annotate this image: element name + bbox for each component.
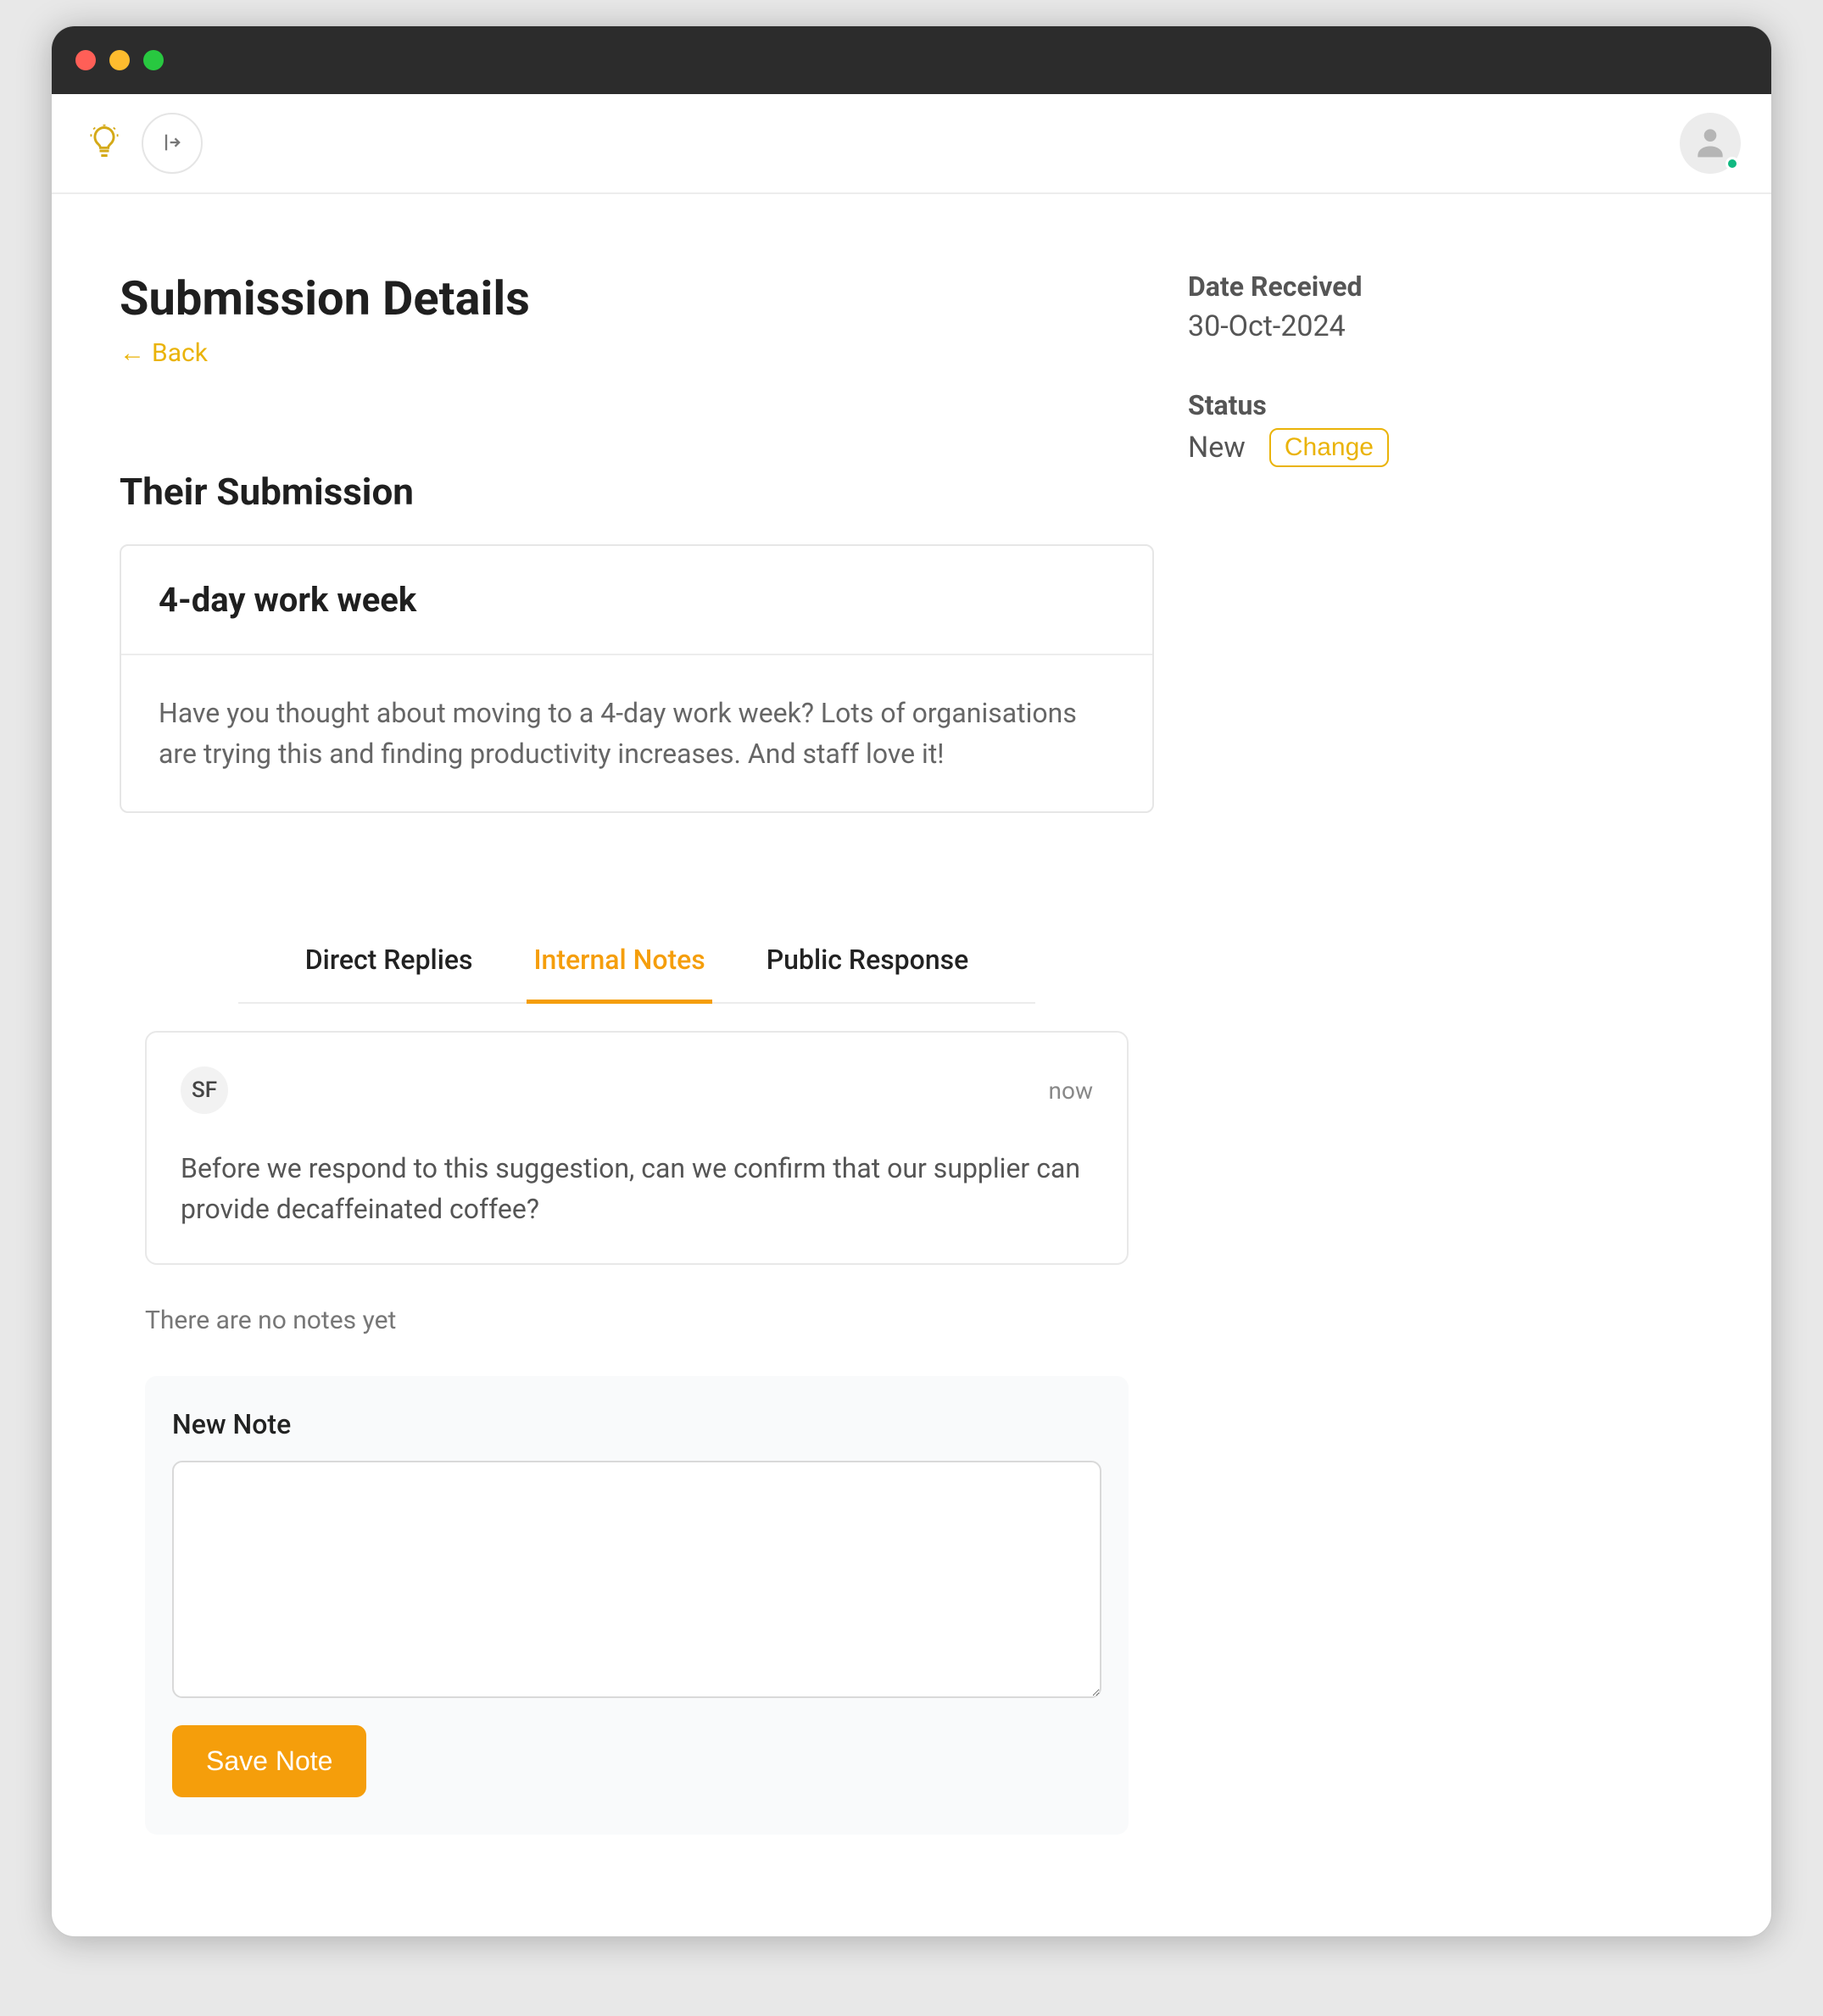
note-head: SF now [181, 1066, 1093, 1114]
new-note-textarea[interactable] [172, 1461, 1101, 1698]
new-note-label: New Note [172, 1408, 1101, 1440]
note-author-initials: SF [181, 1066, 228, 1114]
top-bar [52, 94, 1771, 194]
submission-body: Have you thought about moving to a 4-day… [121, 655, 1152, 811]
submission-title: 4-day work week [159, 580, 1115, 620]
presence-dot [1725, 157, 1739, 170]
change-status-button[interactable]: Change [1269, 428, 1389, 467]
date-received-label: Date Received [1188, 270, 1663, 303]
user-icon [1692, 123, 1729, 164]
main-column: Submission Details ← Back Their Submissi… [120, 270, 1154, 1835]
tabs: Direct Replies Internal Notes Public Res… [238, 923, 1035, 1004]
back-link[interactable]: ← Back [120, 338, 208, 368]
app-window: Submission Details ← Back Their Submissi… [51, 25, 1772, 1937]
tab-public-response[interactable]: Public Response [760, 923, 975, 1004]
sidebar-toggle-button[interactable] [142, 113, 203, 174]
note-body: Before we respond to this suggestion, ca… [181, 1148, 1093, 1229]
note-timestamp: now [1049, 1077, 1093, 1105]
submission-card-header: 4-day work week [121, 546, 1152, 655]
page-title: Submission Details [120, 270, 1154, 326]
submission-card: 4-day work week Have you thought about m… [120, 544, 1154, 813]
side-column: Date Received 30-Oct-2024 Status New Cha… [1188, 270, 1663, 1835]
status-row: New Change [1188, 428, 1663, 467]
tab-direct-replies[interactable]: Direct Replies [298, 923, 480, 1004]
window-titlebar [52, 26, 1771, 94]
tab-internal-notes[interactable]: Internal Notes [527, 923, 711, 1004]
status-label: Status [1188, 389, 1663, 421]
window-minimize-dot[interactable] [109, 50, 130, 70]
profile-avatar[interactable] [1680, 113, 1741, 174]
window-close-dot[interactable] [75, 50, 96, 70]
date-received-value: 30-Oct-2024 [1188, 309, 1663, 343]
logo[interactable] [82, 121, 126, 165]
their-submission-heading: Their Submission [120, 470, 1154, 514]
window-zoom-dot[interactable] [143, 50, 164, 70]
status-value: New [1188, 431, 1246, 465]
content: Submission Details ← Back Their Submissi… [52, 194, 1771, 1936]
arrow-left-icon: ← [120, 338, 145, 368]
new-note-panel: New Note Save Note [145, 1376, 1129, 1835]
empty-notes-text: There are no notes yet [145, 1306, 1129, 1335]
back-link-label: Back [152, 338, 208, 368]
sidebar-toggle-icon [160, 131, 184, 157]
lightbulb-icon [86, 123, 123, 164]
save-note-button[interactable]: Save Note [172, 1725, 366, 1797]
note-card: SF now Before we respond to this suggest… [145, 1031, 1129, 1265]
